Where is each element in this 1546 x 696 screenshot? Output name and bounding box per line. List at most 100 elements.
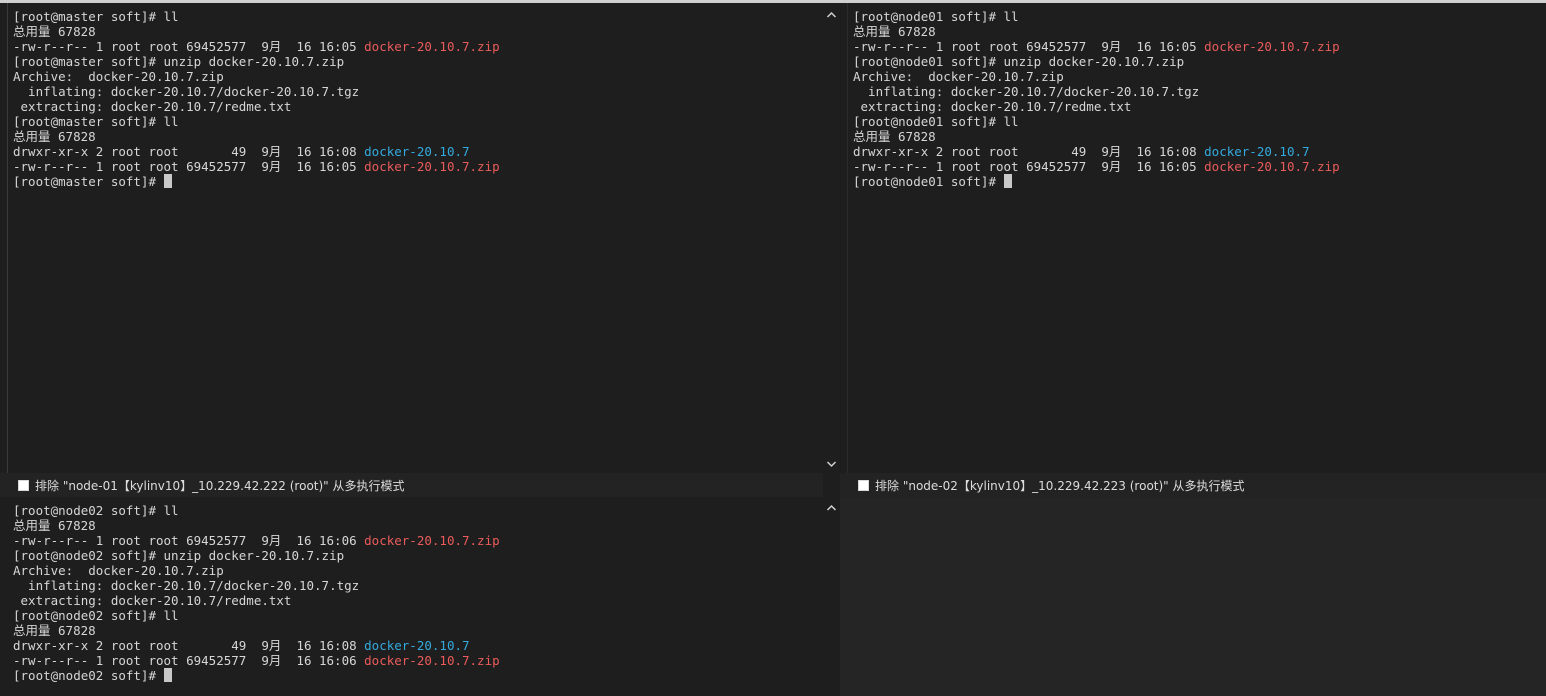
terminal-text: [root@master soft]# ll — [13, 9, 179, 24]
terminal-text: 总用量 67828 — [853, 24, 936, 39]
exclude-multi-exec-bar-left[interactable]: 排除 "node-01【kylinv10】_10.229.42.222 (roo… — [0, 473, 823, 497]
terminal-line: [root@node01 soft]# — [853, 174, 1546, 189]
terminal-text: Archive: docker-20.10.7.zip — [853, 69, 1064, 84]
exclude-multi-exec-label: 排除 "node-02【kylinv10】_10.229.42.223 (roo… — [875, 478, 1245, 493]
terminal-text: 总用量 67828 — [13, 24, 96, 39]
terminal-text: [root@node01 soft]# unzip docker-20.10.7… — [853, 54, 1185, 69]
pane-divider — [847, 3, 848, 473]
terminal-line: 总用量 67828 — [853, 24, 1546, 39]
terminal-line: drwxr-xr-x 2 root root 49 9月 16 16:08 do… — [13, 638, 823, 653]
terminal-text: [root@node02 soft]# unzip docker-20.10.7… — [13, 548, 345, 563]
zip-file-name: docker-20.10.7.zip — [364, 653, 500, 668]
terminal-text: drwxr-xr-x 2 root root 49 9月 16 16:08 — [853, 144, 1205, 159]
terminal-line: [root@node01 soft]# ll — [853, 114, 1546, 129]
terminal-line: Archive: docker-20.10.7.zip — [13, 563, 823, 578]
pane-left-edge — [7, 3, 8, 473]
terminal-text: inflating: docker-20.10.7/docker-20.10.7… — [13, 84, 360, 99]
terminal-pane-master[interactable]: [root@master soft]# ll 总用量 67828 -rw-r--r-… — [0, 3, 823, 473]
zip-file-name: docker-20.10.7.zip — [1204, 159, 1340, 174]
terminal-text: extracting: docker-20.10.7/redme.txt — [13, 593, 292, 608]
terminal-line: [root@node02 soft]# ll — [13, 503, 823, 518]
exclude-multi-exec-label: 排除 "node-01【kylinv10】_10.229.42.222 (roo… — [35, 478, 405, 493]
zip-file-name: docker-20.10.7.zip — [364, 159, 500, 174]
terminal-line: extracting: docker-20.10.7/redme.txt — [853, 99, 1546, 114]
terminal-text: drwxr-xr-x 2 root root 49 9月 16 16:08 — [13, 638, 365, 653]
terminal-line: extracting: docker-20.10.7/redme.txt — [13, 99, 823, 114]
terminal-line: -rw-r--r-- 1 root root 69452577 9月 16 16… — [13, 39, 823, 54]
terminal-cursor — [163, 668, 172, 682]
exclude-multi-exec-bar-right[interactable]: 排除 "node-02【kylinv10】_10.229.42.223 (roo… — [840, 473, 1546, 497]
scrollbar-node02[interactable] — [823, 497, 840, 696]
terminal-line: [root@master soft]# ll — [13, 114, 823, 129]
terminal-line: 总用量 67828 — [13, 623, 823, 638]
terminal-text: [root@node02 soft]# ll — [13, 503, 179, 518]
terminal-text: extracting: docker-20.10.7/redme.txt — [853, 99, 1132, 114]
terminal-line: inflating: docker-20.10.7/docker-20.10.7… — [13, 578, 823, 593]
terminal-line: [root@node02 soft]# unzip docker-20.10.7… — [13, 548, 823, 563]
terminal-line: [root@master soft]# unzip docker-20.10.7… — [13, 54, 823, 69]
terminal-line: [root@node02 soft]# ll — [13, 608, 823, 623]
terminal-line: inflating: docker-20.10.7/docker-20.10.7… — [13, 84, 823, 99]
terminal-line: 总用量 67828 — [13, 518, 823, 533]
terminal-line: -rw-r--r-- 1 root root 69452577 9月 16 16… — [13, 159, 823, 174]
terminal-line: Archive: docker-20.10.7.zip — [13, 69, 823, 84]
scrollbar-master[interactable] — [823, 3, 840, 473]
terminal-text: [root@node01 soft]# ll — [853, 114, 1019, 129]
terminal-text: -rw-r--r-- 1 root root 69452577 9月 16 16… — [13, 39, 365, 54]
terminal-text: -rw-r--r-- 1 root root 69452577 9月 16 16… — [13, 653, 365, 668]
terminal-text: drwxr-xr-x 2 root root 49 9月 16 16:08 — [13, 144, 365, 159]
terminal-text: [root@node01 soft]# ll — [853, 9, 1019, 24]
terminal-text: -rw-r--r-- 1 root root 69452577 9月 16 16… — [853, 39, 1205, 54]
terminal-pane-node01[interactable]: [root@node01 soft]# ll 总用量 67828 -rw-r--r-… — [840, 3, 1546, 473]
terminal-text: 总用量 67828 — [13, 129, 96, 144]
terminal-line: drwxr-xr-x 2 root root 49 9月 16 16:08 do… — [853, 144, 1546, 159]
terminal-text: [root@master soft]# ll — [13, 114, 179, 129]
zip-file-name: docker-20.10.7.zip — [1204, 39, 1340, 54]
terminal-text: inflating: docker-20.10.7/docker-20.10.7… — [13, 578, 360, 593]
zip-file-name: docker-20.10.7.zip — [364, 533, 500, 548]
terminal-text: extracting: docker-20.10.7/redme.txt — [13, 99, 292, 114]
zip-file-name: docker-20.10.7.zip — [364, 39, 500, 54]
checkbox-icon[interactable] — [18, 479, 29, 491]
terminal-text: -rw-r--r-- 1 root root 69452577 9月 16 16… — [853, 159, 1205, 174]
chevron-up-icon[interactable] — [826, 502, 837, 514]
terminal-line: -rw-r--r-- 1 root root 69452577 9月 16 16… — [853, 159, 1546, 174]
terminal-line: [root@master soft]# — [13, 174, 823, 189]
terminal-text: Archive: docker-20.10.7.zip — [13, 69, 224, 84]
terminal-text: [root@master soft]# — [13, 174, 164, 189]
checkbox-icon[interactable] — [858, 479, 869, 491]
directory-name: docker-20.10.7 — [364, 144, 470, 159]
terminal-line: 总用量 67828 — [13, 129, 823, 144]
terminal-text: [root@node02 soft]# — [13, 668, 164, 683]
terminal-line: [root@node02 soft]# — [13, 668, 823, 683]
terminal-text: inflating: docker-20.10.7/docker-20.10.7… — [853, 84, 1200, 99]
terminal-text: [root@node02 soft]# ll — [13, 608, 179, 623]
terminal-line: [root@master soft]# ll — [13, 9, 823, 24]
terminal-line: extracting: docker-20.10.7/redme.txt — [13, 593, 823, 608]
terminal-text: [root@node01 soft]# — [853, 174, 1004, 189]
terminal-text: 总用量 67828 — [13, 623, 96, 638]
terminal-line: drwxr-xr-x 2 root root 49 9月 16 16:08 do… — [13, 144, 823, 159]
terminal-line: [root@node01 soft]# ll — [853, 9, 1546, 24]
chevron-up-icon[interactable] — [826, 9, 837, 21]
terminal-line: Archive: docker-20.10.7.zip — [853, 69, 1546, 84]
directory-name: docker-20.10.7 — [364, 638, 470, 653]
terminal-line: -rw-r--r-- 1 root root 69452577 9月 16 16… — [853, 39, 1546, 54]
directory-name: docker-20.10.7 — [1204, 144, 1310, 159]
terminal-text: -rw-r--r-- 1 root root 69452577 9月 16 16… — [13, 159, 365, 174]
terminal-line: 总用量 67828 — [853, 129, 1546, 144]
terminal-line: -rw-r--r-- 1 root root 69452577 9月 16 16… — [13, 533, 823, 548]
terminal-cursor — [163, 174, 172, 188]
terminal-text: 总用量 67828 — [13, 518, 96, 533]
terminal-pane-node02[interactable]: [root@node02 soft]# ll 总用量 67828 -rw-r--r-… — [0, 497, 823, 696]
terminal-cursor — [1003, 174, 1012, 188]
empty-pane-area — [840, 497, 1546, 696]
terminal-line: [root@node01 soft]# unzip docker-20.10.7… — [853, 54, 1546, 69]
chevron-down-icon[interactable] — [826, 458, 837, 470]
terminal-line: 总用量 67828 — [13, 24, 823, 39]
terminal-text: Archive: docker-20.10.7.zip — [13, 563, 224, 578]
terminal-text: -rw-r--r-- 1 root root 69452577 9月 16 16… — [13, 533, 365, 548]
terminal-line: inflating: docker-20.10.7/docker-20.10.7… — [853, 84, 1546, 99]
terminal-line: -rw-r--r-- 1 root root 69452577 9月 16 16… — [13, 653, 823, 668]
terminal-text: [root@master soft]# unzip docker-20.10.7… — [13, 54, 345, 69]
